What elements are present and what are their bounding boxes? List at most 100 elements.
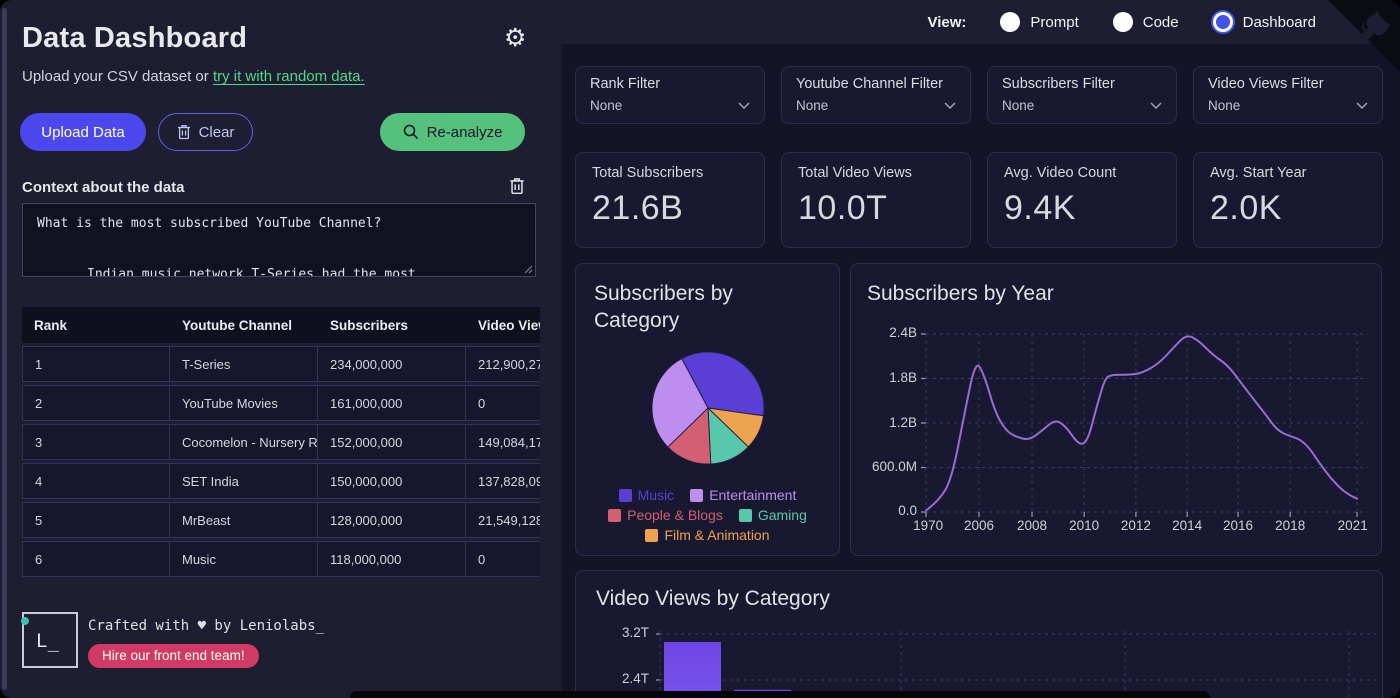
x-tick: 1970 [913,518,944,533]
filter-select[interactable]: None [1208,98,1368,113]
cell: YouTube Movies [170,385,318,421]
pie-legend: Music Entertainment People & Blogs Gamin… [584,487,831,543]
leniolabs-logo[interactable]: L_ [21,612,78,668]
cell: 1 [22,346,170,382]
trash-icon [177,125,190,140]
context-textarea[interactable]: What is the most subscribed YouTube Chan… [22,203,536,277]
y-tick: 2.4B [889,325,917,340]
radio-icon[interactable] [1212,12,1233,32]
filter-label: Subscribers Filter [1002,76,1115,92]
data-table-container[interactable]: Rank Youtube Channel Subscribers Video V… [22,307,540,580]
filter-select[interactable]: None [1002,98,1162,113]
x-tick: 2010 [1069,518,1100,533]
legend-label: People & Blogs [627,507,723,523]
filter-select[interactable]: None [590,98,750,113]
x-tick: 2006 [963,518,995,533]
filter-label: Video Views Filter [1208,76,1324,92]
x-tick: 2018 [1275,518,1306,533]
legend-item[interactable]: Music [618,487,675,503]
legend-item[interactable]: Gaming [738,507,807,523]
radio-icon[interactable] [1112,12,1133,32]
legend-item[interactable]: Film & Animation [645,527,770,543]
legend-swatch [618,488,632,502]
stat-avg-start-year: Avg. Start Year 2.0K [1193,152,1383,248]
legend-label: Film & Animation [664,527,770,543]
random-data-link[interactable]: try it with random data. [213,68,365,85]
legend-swatch [690,488,704,502]
table-row: 6 Music 118,000,000 0 [22,541,540,577]
legend-label: Gaming [757,507,807,523]
stat-avg-video-count: Avg. Video Count 9.4K [987,152,1177,248]
col-channel: Youtube Channel [170,307,318,343]
cell: 0 [466,385,540,421]
cell: 2 [22,385,170,421]
youtube-channel-filter[interactable]: Youtube Channel Filter None [781,66,971,124]
col-video-views: Video Views [466,307,540,343]
resize-handle-icon[interactable] [524,265,533,274]
video-views-filter[interactable]: Video Views Filter None [1193,66,1383,124]
github-corner-icon[interactable] [1328,0,1400,72]
radio-label: Prompt [1030,13,1079,31]
upload-data-button[interactable]: Upload Data [20,113,146,151]
line-chart[interactable] [921,326,1368,517]
view-topbar: View: Prompt Code Dashboard [561,0,1400,44]
stat-value: 2.0K [1210,189,1282,227]
stat-value: 10.0T [798,189,888,227]
rank-filter[interactable]: Rank Filter None [575,66,765,124]
subtitle-text: Upload your CSV dataset or [22,68,213,85]
table-row: 3 Cocomelon - Nursery R 152,000,000 149,084… [22,424,540,460]
video-views-by-category-chart: Video Views by Category 3.2T 2.4T [575,570,1383,698]
subscribers-by-category-chart: Subscribers by Category Music Entertainm… [575,263,840,556]
y-tick: 3.2T [621,625,649,640]
chevron-down-icon [1356,102,1368,109]
x-tick: 2008 [1016,518,1048,533]
filter-value: None [796,98,829,113]
cell: 137,828,09 [466,463,540,499]
dashboard-content: Rank Filter None Youtube Channel Filter … [561,44,1400,698]
subscribers-filter[interactable]: Subscribers Filter None [987,66,1177,124]
subscribers-by-year-chart: Subscribers by Year 2.4B 1.8B 1.2B 600.0… [850,263,1382,556]
view-option-dashboard[interactable]: Dashboard [1212,12,1316,32]
view-option-code[interactable]: Code [1112,12,1179,32]
chevron-down-icon [944,102,956,109]
hire-team-button[interactable]: Hire our front end team! [88,644,259,668]
background-window-edge [350,691,1210,698]
x-axis-labels: 1970 2006 2008 2010 2012 2014 2016 2018 … [913,518,1368,538]
context-trash-icon[interactable] [509,177,525,200]
cell: 149,084,17 [466,424,540,460]
stat-label: Total Subscribers [592,165,704,181]
gear-icon[interactable]: ⚙ [504,26,526,51]
cell: 0 [466,541,540,577]
view-option-prompt[interactable]: Prompt [1000,12,1079,32]
legend-item[interactable]: People & Blogs [608,507,723,523]
filter-select[interactable]: None [796,98,956,113]
legend-swatch [645,528,659,542]
stat-value: 21.6B [592,189,684,227]
y-tick: 1.2B [889,415,917,430]
clear-button[interactable]: Clear [158,113,253,151]
stat-label: Total Video Views [798,165,912,181]
legend-label: Music [637,487,675,503]
legend-item[interactable]: Entertainment [690,487,796,503]
clear-label: Clear [198,123,235,141]
filter-value: None [590,98,623,113]
chevron-down-icon [738,102,750,109]
table-row: 1 T-Series 234,000,000 212,900,27 [22,346,540,382]
col-rank: Rank [22,307,170,343]
scrollbar[interactable] [2,8,7,690]
logo-text: L_ [36,630,59,652]
x-tick: 2016 [1223,518,1254,533]
bar-chart[interactable] [656,631,1376,698]
chart-title: Subscribers by Category [594,282,733,333]
page-title: Data Dashboard [22,22,248,54]
y-axis-labels: 2.4B 1.8B 1.2B 600.0M 0.0 [851,264,917,524]
cell: 234,000,000 [318,346,466,382]
pie-chart[interactable] [649,349,767,467]
cell: 5 [22,502,170,538]
reanalyze-button[interactable]: Re-analyze [380,113,525,151]
x-tick: 2012 [1120,518,1151,533]
chevron-down-icon [1150,102,1162,109]
y-tick: 2.4T [621,671,649,686]
data-table: Rank Youtube Channel Subscribers Video V… [22,307,540,580]
radio-icon[interactable] [1000,12,1021,32]
